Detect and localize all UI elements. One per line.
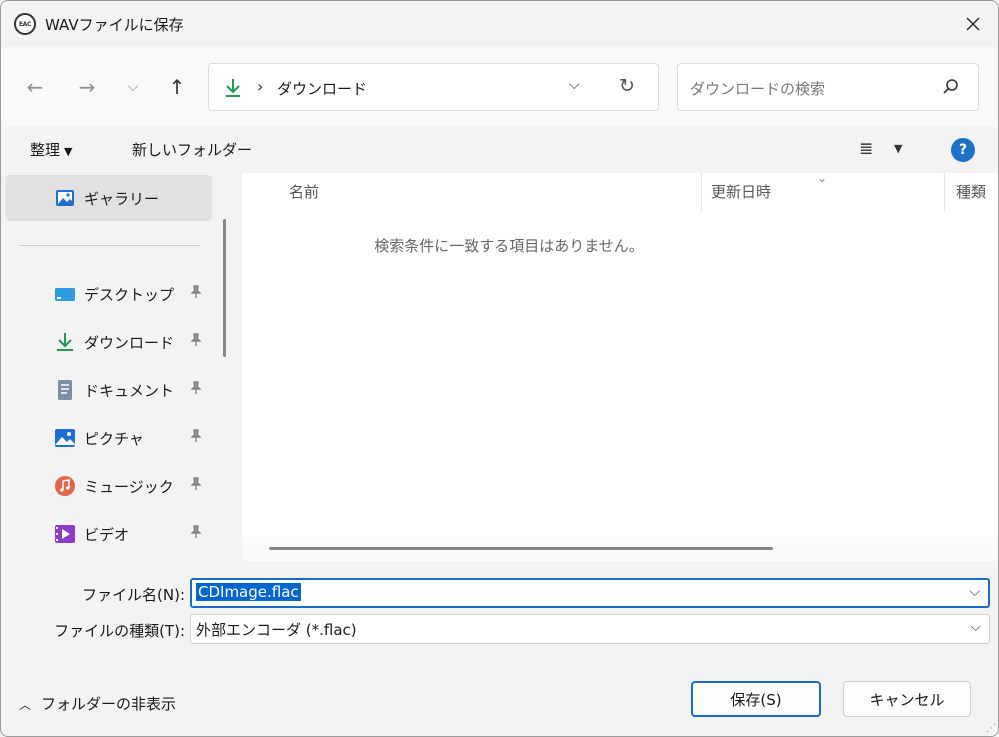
window-title: WAVファイルに保存 [45,16,184,34]
back-button[interactable]: ← [19,71,51,103]
search-icon [943,79,958,94]
pin-icon [190,477,202,495]
view-caret-icon[interactable]: ▼ [894,142,902,155]
search-input[interactable]: ダウンロードの検索 [690,78,825,99]
filetype-label: ファイルの種類(T): [54,622,185,640]
sidebar-item-gallery[interactable]: ギャラリー [6,175,212,221]
organize-label: 整理 [30,141,61,159]
recent-locations-button[interactable]: ⌵ [117,71,149,103]
pin-icon [190,525,202,543]
pin-icon [190,429,202,447]
pin-icon [190,333,202,351]
sidebar-item-label: ドキュメント [84,382,175,400]
search-box[interactable]: ダウンロードの検索 [677,63,979,111]
up-button[interactable]: ↑ [161,71,193,103]
horizontal-scrollbar[interactable] [269,547,773,550]
app-icon: EAC [14,13,36,35]
sidebar-item-label: ギャラリー [84,190,160,208]
save-button[interactable]: 保存(S) [691,681,821,717]
filename-value[interactable]: CDImage.flac [196,583,301,601]
navigation-pane: ギャラリー デスクトップ ダウンロード ドキュメント ピクチャ ミュージック ビ… [1,173,239,561]
column-header-modified[interactable]: 更新日時 [711,181,771,202]
column-header-name[interactable]: 名前 [289,181,319,202]
chevron-up-icon: ︿ [19,698,32,712]
hide-folders-toggle[interactable]: ︿ フォルダーの非表示 [19,693,176,714]
organize-menu[interactable]: 整理 ▼ [30,139,72,160]
filename-label: ファイル名(N): [82,586,185,604]
address-bar[interactable]: › ダウンロード ⌵ ↻ [208,63,659,111]
video-icon [55,525,75,543]
command-bar: 整理 ▼ 新しいフォルダー ≣ ▼ ? [1,127,998,173]
chevron-down-icon[interactable]: ⌵ [970,619,981,635]
navigation-bar: ← → ⌵ ↑ › ダウンロード ⌵ ↻ ダウンロードの検索 [1,47,998,127]
sort-indicator-icon: ⌄ [817,171,828,185]
address-dropdown-icon[interactable]: ⌵ [569,77,580,93]
close-icon [966,17,980,31]
sidebar-scrollbar[interactable] [223,219,226,357]
gallery-icon [56,190,74,206]
filetype-select[interactable]: 外部エンコーダ (*.flac) ⌵ [190,614,990,644]
pictures-icon [55,429,75,447]
help-icon[interactable]: ? [951,138,975,162]
chevron-down-icon[interactable]: ⌵ [969,584,980,600]
breadcrumb-location[interactable]: ダウンロード [277,78,367,99]
close-button[interactable] [948,1,998,47]
sidebar-item-music[interactable]: ミュージック [6,463,212,509]
arrow-right-icon: → [78,75,96,99]
pin-icon [190,285,202,303]
resize-grip-icon[interactable]: ⋰ [986,723,996,734]
sidebar-item-pictures[interactable]: ピクチャ [6,415,212,461]
refresh-icon[interactable]: ↻ [619,75,635,97]
download-icon [57,333,73,351]
column-divider[interactable] [944,173,945,211]
sidebar-item-label: ミュージック [84,478,174,496]
filename-field[interactable]: CDImage.flac ⌵ [190,578,990,608]
column-divider[interactable] [701,173,702,211]
sidebar-item-documents[interactable]: ドキュメント [6,367,212,413]
title-bar: EAC WAVファイルに保存 [1,1,998,47]
sidebar-item-label: ダウンロード [84,334,175,352]
caret-down-icon: ▼ [64,145,73,158]
chevron-down-icon: ⌵ [127,79,139,95]
cancel-button[interactable]: キャンセル [843,681,971,717]
file-list: 名前 ⌄ 更新日時 種類 検索条件に一致する項目はありません。 [242,171,998,561]
save-dialog: EAC WAVファイルに保存 ← → ⌵ ↑ › ダウンロード ⌵ ↻ ダウンロ… [0,0,999,737]
filetype-value: 外部エンコーダ (*.flac) [196,621,357,639]
view-options-icon[interactable]: ≣ [859,139,873,159]
download-icon [226,79,240,97]
sidebar-item-videos[interactable]: ビデオ [6,511,212,557]
new-folder-button[interactable]: 新しいフォルダー [132,139,252,160]
sidebar-divider [19,245,200,246]
sidebar-item-desktop[interactable]: デスクトップ [6,271,212,317]
sidebar-item-label: ピクチャ [84,430,144,448]
empty-message: 検索条件に一致する項目はありません。 [374,237,644,255]
sidebar-item-downloads[interactable]: ダウンロード [6,319,212,365]
save-form: ファイル名(N): CDImage.flac ⌵ ファイルの種類(T): 外部エ… [1,561,998,659]
arrow-left-icon: ← [26,75,44,99]
forward-button[interactable]: → [71,71,103,103]
sidebar-item-label: デスクトップ [84,286,175,304]
document-icon [58,380,72,400]
hide-folders-label: フォルダーの非表示 [41,695,177,713]
desktop-icon [55,288,75,301]
sidebar-item-label: ビデオ [84,526,130,544]
pin-icon [190,381,202,399]
music-icon [55,476,75,496]
breadcrumb-separator: › [257,77,264,96]
column-header-type[interactable]: 種類 [956,181,986,202]
dialog-footer: ︿ フォルダーの非表示 保存(S) キャンセル ⋰ [1,659,998,736]
arrow-up-icon: ↑ [168,75,186,99]
